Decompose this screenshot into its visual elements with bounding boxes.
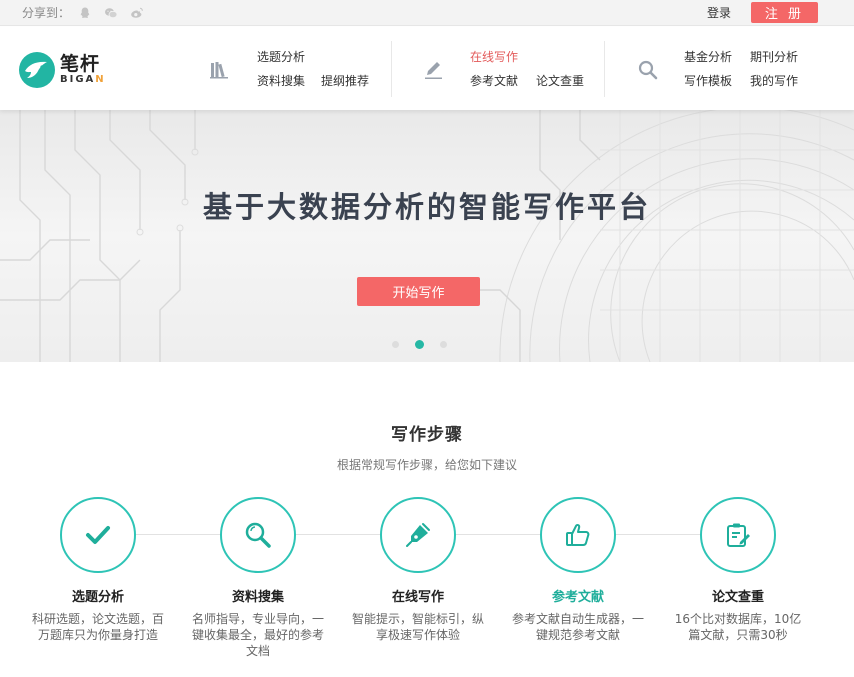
weibo-icon[interactable]: [130, 6, 144, 20]
step-title[interactable]: 参考文献: [498, 586, 658, 605]
step-circle[interactable]: [700, 497, 776, 573]
thumbs-up-icon: [566, 523, 590, 546]
logo-cn-text: 笔杆: [60, 53, 101, 75]
step-topic-analysis: 选题分析 科研选题，论文选题，百万题库只为你量身打造: [18, 497, 178, 643]
step-title[interactable]: 论文查重: [658, 586, 818, 605]
nav-journal-analysis[interactable]: 期刊分析: [750, 48, 798, 65]
login-link[interactable]: 登录: [707, 4, 731, 21]
nav-plagiarism-check[interactable]: 论文查重: [536, 72, 584, 89]
books-icon: [210, 62, 228, 79]
main-header: 笔杆 BIGAN 选题分析 资料搜集 提纲推荐 在线写作 参考文献 论文查重 基…: [0, 27, 854, 110]
step-circle[interactable]: [540, 497, 616, 573]
register-button[interactable]: 注 册: [751, 2, 818, 23]
nav-divider: [391, 41, 392, 97]
step-title[interactable]: 选题分析: [18, 586, 178, 605]
start-writing-button[interactable]: 开始写作: [357, 277, 480, 306]
pen-icon: [425, 62, 442, 79]
step-circle[interactable]: [60, 497, 136, 573]
step-circle[interactable]: [220, 497, 296, 573]
nav-topic-analysis[interactable]: 选题分析: [257, 48, 305, 65]
step-description: 科研选题，论文选题，百万题库只为你量身打造: [31, 612, 164, 642]
logo-mark-icon: [19, 52, 55, 88]
qq-icon[interactable]: [78, 6, 92, 20]
steps-subtitle: 根据常规写作步骤，给您如下建议: [336, 458, 517, 472]
step-circle[interactable]: [380, 497, 456, 573]
step-description: 智能提示，智能标引，纵享极速写作体验: [351, 612, 484, 642]
hero-banner: 基于大数据分析的智能写作平台 开始写作: [0, 110, 854, 362]
fountain-pen-icon: [406, 523, 430, 547]
step-material-collection: 资料搜集 名师指导，专业导向，一键收集最全，最好的参考文档: [178, 497, 338, 659]
carousel-dot-1[interactable]: [392, 341, 399, 348]
carousel-dot-2[interactable]: [415, 340, 424, 349]
clipboard-edit-icon: [727, 523, 750, 547]
nav-fund-analysis[interactable]: 基金分析: [684, 48, 732, 65]
step-description: 16个比对数据库，10亿篇文献，只需30秒: [674, 612, 802, 642]
share-bar: 分享到：: [22, 4, 156, 21]
top-bar: 分享到： 登录 注 册: [0, 0, 854, 26]
logo[interactable]: 笔杆 BIGAN: [18, 51, 106, 89]
nav-material-collection[interactable]: 资料搜集: [257, 72, 305, 89]
nav-my-writing[interactable]: 我的写作: [750, 72, 798, 89]
search-icon[interactable]: [637, 59, 659, 81]
step-plagiarism-check: 论文查重 16个比对数据库，10亿篇文献，只需30秒: [658, 497, 818, 643]
carousel-dots: [392, 340, 463, 349]
step-references: 参考文献 参考文献自动生成器，一键规范参考文献: [498, 497, 658, 643]
share-label: 分享到：: [22, 6, 71, 20]
logo-en-text: BIGAN: [60, 74, 106, 85]
carousel-dot-3[interactable]: [440, 341, 447, 348]
nav-outline-recommend[interactable]: 提纲推荐: [321, 72, 369, 89]
checkmark-icon: [86, 526, 110, 544]
step-description: 名师指导，专业导向，一键收集最全，最好的参考文档: [191, 612, 324, 658]
nav-divider: [604, 41, 605, 97]
nav-references[interactable]: 参考文献: [470, 72, 518, 89]
step-description: 参考文献自动生成器，一键规范参考文献: [511, 612, 644, 642]
nav-writing-templates[interactable]: 写作模板: [684, 72, 732, 89]
circuit-background: [0, 110, 854, 362]
steps-title: 写作步骤: [391, 425, 463, 445]
nav-online-writing[interactable]: 在线写作: [470, 48, 518, 65]
step-online-writing: 在线写作 智能提示，智能标引，纵享极速写作体验: [338, 497, 498, 643]
magnifier-icon: [245, 522, 271, 548]
step-title[interactable]: 资料搜集: [178, 586, 338, 605]
step-title[interactable]: 在线写作: [338, 586, 498, 605]
wechat-icon[interactable]: [104, 6, 118, 20]
banner-title: 基于大数据分析的智能写作平台: [202, 190, 651, 224]
